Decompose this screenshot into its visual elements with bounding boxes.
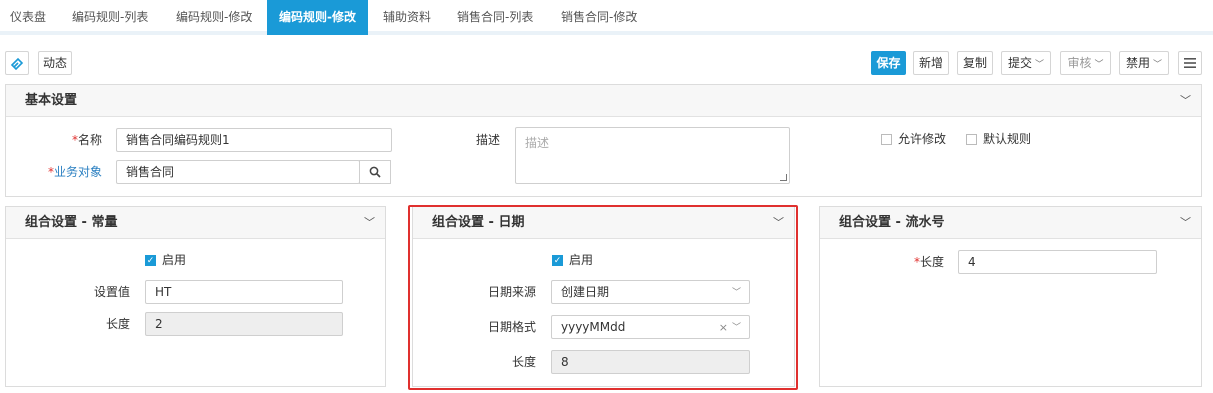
- eraser-button[interactable]: [5, 51, 29, 75]
- tab-label: 编码规则-修改: [176, 10, 253, 24]
- serial-length-label-text: 长度: [919, 255, 944, 269]
- copy-button[interactable]: 复制: [957, 51, 993, 75]
- chevron-down-icon[interactable]: ﹀: [1180, 207, 1191, 239]
- serial-length-label: *长度: [880, 250, 944, 274]
- submit-label: 提交: [1007, 56, 1032, 70]
- chevron-down-icon: ﹀: [731, 288, 741, 298]
- submit-dropdown-button[interactable]: 提交 ﹀: [1001, 51, 1051, 75]
- dynamic-button[interactable]: 动态: [38, 51, 72, 75]
- tab-label: 销售合同-修改: [561, 10, 638, 24]
- toolbar: 动态 保存 新增 复制 提交 ﹀ 审核 ﹀ 禁用 ﹀: [0, 44, 1213, 82]
- date-source-value: 创建日期: [561, 285, 610, 299]
- desc-textarea[interactable]: 描述: [515, 127, 790, 184]
- resize-handle-icon[interactable]: [780, 174, 787, 181]
- date-format-value: yyyyMMdd: [561, 320, 626, 334]
- disable-dropdown-button[interactable]: 禁用 ﹀: [1119, 51, 1169, 75]
- chevron-down-icon[interactable]: ﹀: [773, 207, 784, 239]
- name-label-text: 名称: [77, 133, 102, 147]
- serial-panel: 组合设置 - 流水号 ﹀: [819, 206, 1202, 387]
- disable-label: 禁用: [1125, 56, 1150, 70]
- constant-enable-checkbox[interactable]: ✓: [145, 255, 156, 266]
- panel-title: 基本设置: [25, 93, 78, 108]
- tab-code-rule-edit-active[interactable]: 编码规则-修改✖: [267, 0, 368, 58]
- tab-sales-contract-list[interactable]: 销售合同-列表: [447, 0, 543, 35]
- date-length-input: 8: [551, 350, 750, 374]
- object-input[interactable]: 销售合同: [116, 160, 360, 184]
- audit-dropdown-button[interactable]: 审核 ﹀: [1060, 51, 1111, 75]
- serial-length-input[interactable]: 4: [958, 250, 1157, 274]
- constant-length-label: 长度: [105, 317, 130, 331]
- chevron-down-icon: ﹀: [1035, 60, 1045, 70]
- chevron-down-icon: ﹀: [731, 323, 741, 333]
- object-label: *业务对象: [30, 160, 102, 184]
- panel-title: 组合设置 - 流水号: [839, 215, 945, 230]
- default-rule-label: 默认规则: [983, 132, 1032, 146]
- panel-header[interactable]: 组合设置 - 流水号 ﹀: [820, 207, 1201, 239]
- tab-label: 销售合同-列表: [457, 10, 534, 24]
- panel-header[interactable]: 组合设置 - 常量 ﹀: [6, 207, 385, 239]
- tab-label: 编码规则-列表: [72, 10, 149, 24]
- menu-button[interactable]: [1178, 51, 1202, 75]
- tab-label: 仪表盘: [10, 10, 47, 24]
- clear-icon[interactable]: ×: [719, 317, 728, 339]
- constant-length-input: 2: [145, 312, 343, 336]
- tab-aux-data[interactable]: 辅助资料: [373, 0, 441, 35]
- constant-value-label: 设置值: [93, 285, 130, 299]
- name-label: *名称: [40, 128, 102, 152]
- object-label-text[interactable]: 业务对象: [54, 165, 102, 179]
- search-icon: [369, 166, 381, 181]
- tab-label: 编码规则-修改: [279, 10, 356, 24]
- desc-label: 描述: [475, 133, 500, 147]
- panel-header[interactable]: 组合设置 - 日期 ﹀: [413, 207, 794, 239]
- tab-sales-contract-edit[interactable]: 销售合同-修改: [551, 0, 647, 35]
- name-input[interactable]: 销售合同编码规则1: [116, 128, 392, 152]
- audit-label: 审核: [1067, 56, 1092, 70]
- date-format-label: 日期格式: [487, 320, 536, 334]
- save-button[interactable]: 保存: [871, 51, 906, 75]
- date-enable-checkbox[interactable]: ✓: [552, 255, 563, 266]
- tab-code-rule-list[interactable]: 编码规则-列表: [62, 0, 158, 35]
- constant-enable-label: 启用: [162, 253, 187, 267]
- tab-code-rule-edit[interactable]: 编码规则-修改: [166, 0, 262, 35]
- panel-header[interactable]: 基本设置 ﹀: [6, 85, 1201, 117]
- allow-edit-label: 允许修改: [898, 132, 947, 146]
- tab-bar: 仪表盘 编码规则-列表 编码规则-修改 编码规则-修改✖ 辅助资料 销售合同-列…: [0, 0, 1213, 58]
- chevron-down-icon: ﹀: [1094, 60, 1104, 70]
- object-search-button[interactable]: [359, 160, 391, 184]
- new-button[interactable]: 新增: [913, 51, 949, 75]
- constant-value-input[interactable]: HT: [145, 280, 343, 304]
- tab-dashboard[interactable]: 仪表盘: [0, 0, 56, 35]
- date-source-label: 日期来源: [487, 285, 536, 299]
- default-rule-checkbox[interactable]: [966, 134, 977, 145]
- eraser-icon: [10, 57, 24, 73]
- allow-edit-checkbox[interactable]: [881, 134, 892, 145]
- chevron-down-icon[interactable]: ﹀: [1180, 85, 1191, 117]
- hamburger-icon: [1184, 58, 1196, 72]
- chevron-down-icon[interactable]: ﹀: [364, 207, 375, 239]
- date-enable-label: 启用: [569, 253, 594, 267]
- desc-placeholder: 描述: [525, 136, 550, 150]
- tab-label: 辅助资料: [383, 10, 432, 24]
- date-length-label: 长度: [511, 355, 536, 369]
- date-format-select[interactable]: yyyyMMdd × ﹀: [551, 315, 750, 339]
- chevron-down-icon: ﹀: [1153, 60, 1163, 70]
- date-source-select[interactable]: 创建日期 ﹀: [551, 280, 750, 304]
- panel-title: 组合设置 - 日期: [432, 215, 525, 230]
- panel-title: 组合设置 - 常量: [25, 215, 118, 230]
